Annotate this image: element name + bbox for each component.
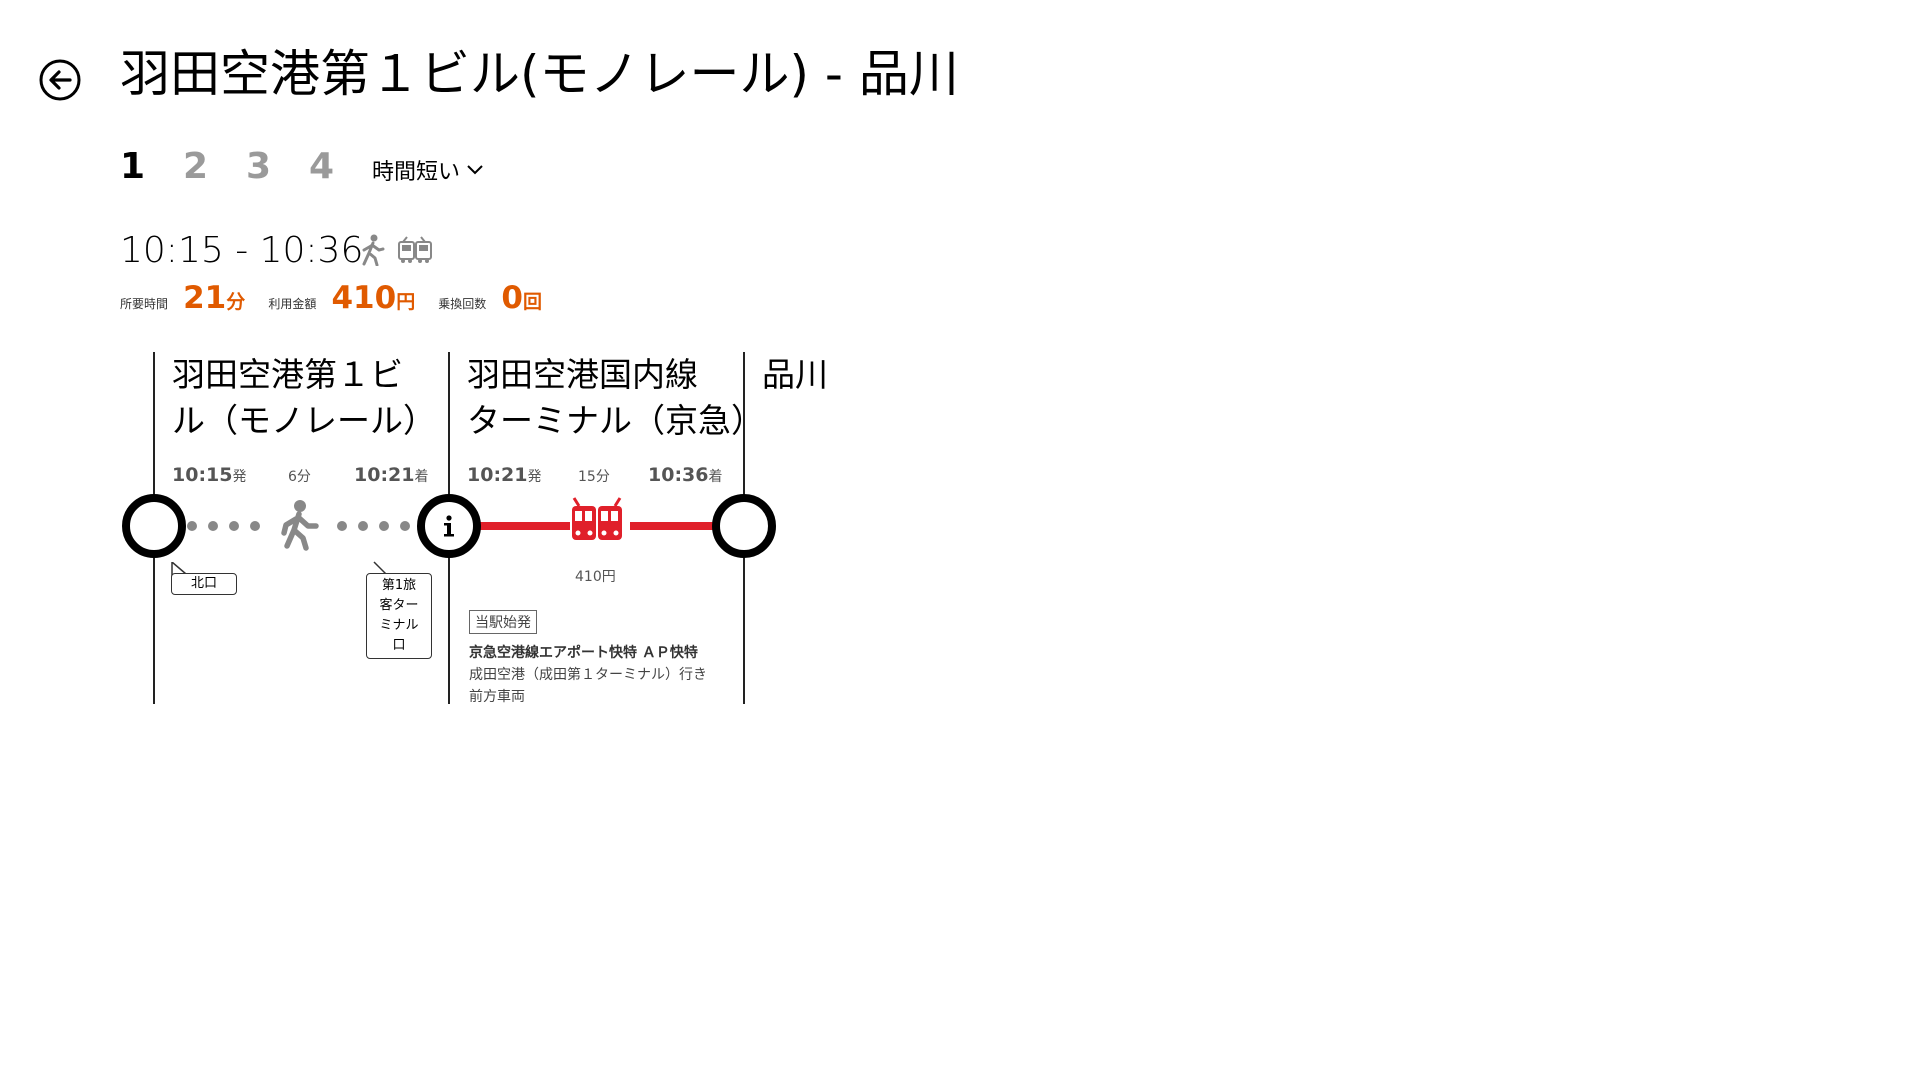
walk-icon bbox=[281, 500, 319, 551]
back-button[interactable] bbox=[38, 58, 82, 102]
duration-value: 21 bbox=[183, 280, 227, 316]
transfers-label: 乗換回数 bbox=[438, 297, 487, 311]
exit-callout: 北口 bbox=[171, 573, 237, 595]
train-destination: 成田空港（成田第１ターミナル）行き bbox=[469, 667, 707, 683]
route-tab-3[interactable]: 3 bbox=[246, 146, 271, 187]
segment-fare: 410円 bbox=[575, 569, 616, 585]
car-position: 前方車両 bbox=[469, 689, 525, 705]
origin-badge: 当駅始発 bbox=[469, 610, 537, 634]
transfers-unit: 回 bbox=[522, 291, 542, 313]
transfers-value: 0 bbox=[501, 280, 523, 316]
fare-label: 利用金額 bbox=[268, 297, 317, 311]
station-node-destination bbox=[712, 494, 776, 558]
sort-dropdown[interactable]: 時間短い bbox=[372, 154, 484, 186]
station-name-line: 羽田空港国内線 bbox=[467, 355, 698, 394]
entrance-label-line: 第1旅 bbox=[381, 578, 417, 593]
train-line bbox=[480, 522, 570, 530]
walk-icon bbox=[358, 234, 386, 270]
station-name-line: ターミナル（京急） bbox=[467, 401, 764, 440]
page-title: 羽田空港第１ビル(モノレール) - 品川 bbox=[120, 45, 959, 103]
route-tab-1[interactable]: 1 bbox=[120, 146, 145, 187]
fare-unit: 円 bbox=[396, 291, 416, 313]
station-name-line: 品川 bbox=[762, 355, 828, 394]
line-name: 京急空港線エアポート快特 ＡＰ快特 bbox=[469, 645, 698, 661]
time-range: 10:15 - 10:36 bbox=[120, 230, 364, 271]
station-node-origin bbox=[122, 494, 186, 558]
entrance-label-line: 客ター bbox=[379, 598, 419, 613]
route-tab-2[interactable]: 2 bbox=[183, 146, 208, 187]
entrance-label-line: ミナル bbox=[379, 618, 419, 633]
entrance-label-line: 口 bbox=[392, 638, 406, 653]
station-name-line: 羽田空港第１ビ bbox=[172, 355, 403, 394]
train-line bbox=[630, 522, 724, 530]
train-icon bbox=[572, 497, 622, 540]
station-name-line: ル（モノレール） bbox=[172, 401, 436, 440]
route-diagram bbox=[122, 494, 776, 558]
duration-unit: 分 bbox=[226, 291, 246, 313]
chevron-down-icon bbox=[467, 165, 483, 175]
station-name-transfer: 羽田空港国内線 ターミナル（京急） bbox=[467, 352, 764, 444]
fare-value: 410 bbox=[331, 280, 397, 316]
summary-stats: 所要時間 21分 利用金額 410円 乗換回数 0回 bbox=[120, 280, 542, 316]
train-icon bbox=[397, 236, 433, 268]
station-name-destination: 品川 bbox=[762, 352, 828, 398]
back-arrow-icon bbox=[39, 59, 81, 101]
entrance-callout: 第1旅 客ター ミナル 口 bbox=[366, 573, 432, 659]
station-name-origin: 羽田空港第１ビ ル（モノレール） bbox=[172, 352, 436, 444]
duration-label: 所要時間 bbox=[120, 297, 169, 311]
route-tab-4[interactable]: 4 bbox=[309, 146, 334, 187]
sort-label: 時間短い bbox=[372, 160, 461, 185]
